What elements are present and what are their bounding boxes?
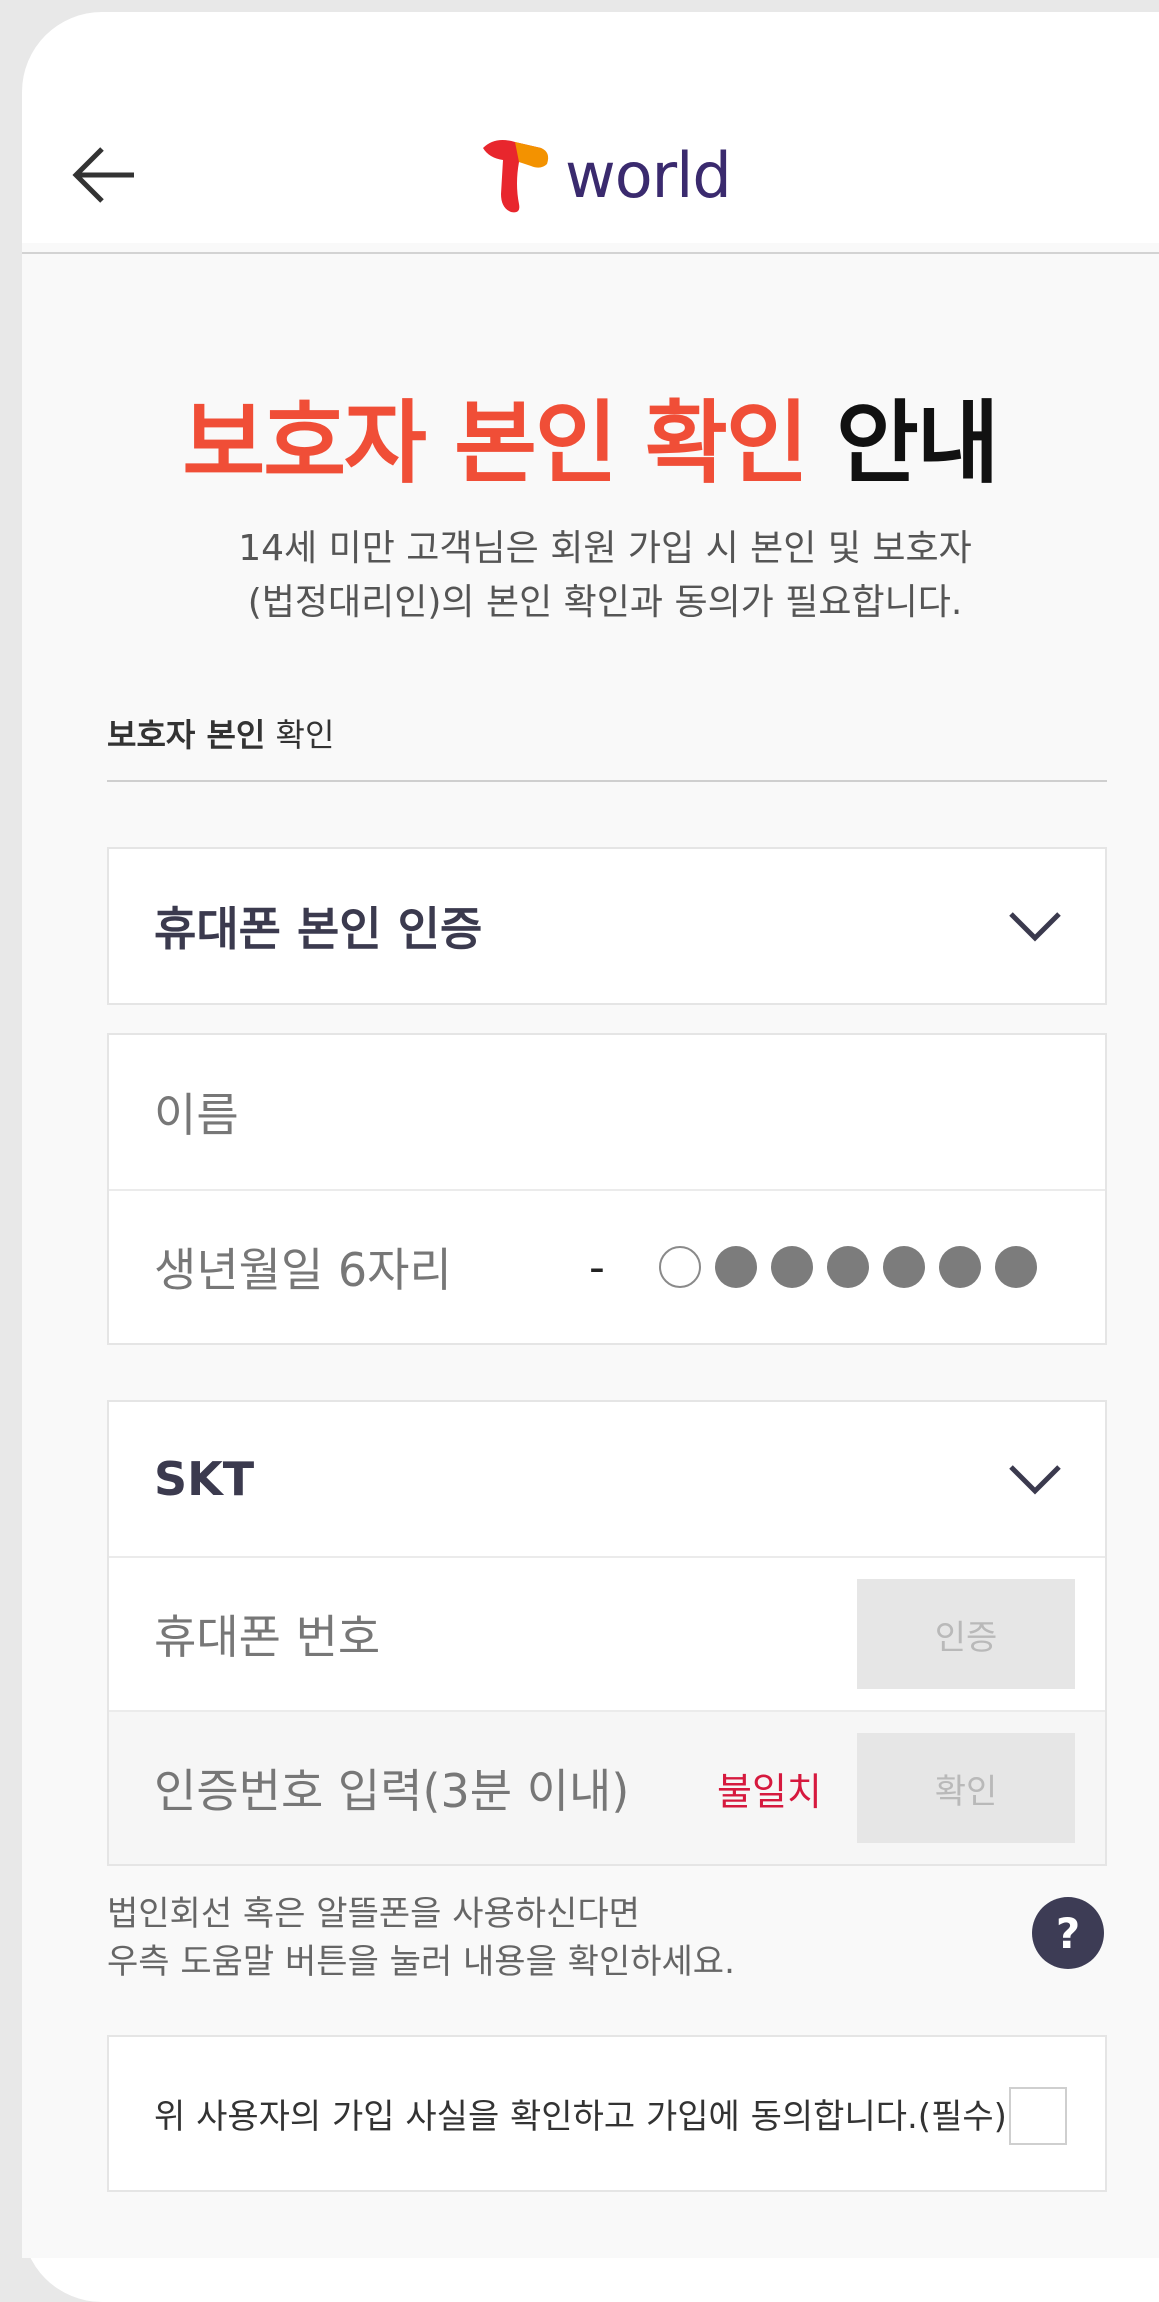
auth-code-field[interactable]: 인증번호 입력(3분 이내) 불일치 확인	[109, 1710, 1105, 1864]
auth-method-select[interactable]: 휴대폰 본인 인증	[109, 849, 1105, 1003]
ssn-mask-dot	[939, 1246, 981, 1288]
name-field[interactable]: 이름	[109, 1035, 1105, 1189]
section-label: 보호자 본인 확인	[107, 710, 334, 756]
page-title: 보호자 본인 확인 안내	[0, 370, 1159, 500]
section-divider	[107, 780, 1107, 782]
back-button[interactable]	[60, 130, 150, 220]
auth-method-box: 휴대폰 본인 인증	[107, 847, 1107, 1005]
help-text-line-1: 법인회선 혹은 알뜰폰을 사용하신다면	[107, 1894, 640, 1934]
description-line-2: (법정대리인)의 본인 확인과 동의가 필요합니다.	[247, 582, 963, 623]
page-description: 14세 미만 고객님은 회원 가입 시 본인 및 보호자 (법정대리인)의 본인…	[0, 522, 1159, 630]
auth-code-placeholder: 인증번호 입력(3분 이내)	[154, 1764, 630, 1818]
title-highlight: 보호자 본인 확인	[182, 391, 808, 496]
ssn-mask-dot	[995, 1246, 1037, 1288]
phone-box: SKT 휴대폰 번호 인증 인증번호 입력(3분 이내) 불일치 확인	[107, 1400, 1107, 1866]
header-divider	[22, 252, 1159, 254]
ssn-dash: -	[589, 1241, 605, 1293]
ssn-mask-dot	[771, 1246, 813, 1288]
phone-number-field[interactable]: 휴대폰 번호 인증	[109, 1556, 1105, 1710]
confirm-code-button[interactable]: 확인	[857, 1733, 1075, 1843]
auth-method-value: 휴대폰 본인 인증	[154, 902, 483, 956]
chevron-down-icon	[1009, 1465, 1061, 1495]
section-label-normal: 확인	[275, 716, 335, 754]
birth-placeholder: 생년월일 6자리	[154, 1243, 452, 1297]
agreement-checkbox[interactable]	[1009, 2087, 1067, 2145]
ssn-mask-dot	[827, 1246, 869, 1288]
t-logo-icon	[483, 140, 549, 213]
chevron-down-icon	[1009, 912, 1061, 942]
logo-text: world	[565, 138, 732, 212]
ssn-mask-dot	[715, 1246, 757, 1288]
name-placeholder: 이름	[154, 1088, 239, 1142]
section-label-bold: 보호자 본인	[107, 716, 266, 754]
help-text-line-2: 우측 도움말 버튼을 눌러 내용을 확인하세요.	[107, 1942, 735, 1982]
ssn-mask-dot	[883, 1246, 925, 1288]
description-line-1: 14세 미만 고객님은 회원 가입 시 본인 및 보호자	[238, 528, 972, 569]
identity-box: 이름 생년월일 6자리 -	[107, 1033, 1107, 1345]
ssn-masked-digits[interactable]	[659, 1246, 1037, 1288]
request-auth-button[interactable]: 인증	[857, 1579, 1075, 1689]
help-text: 법인회선 혹은 알뜰폰을 사용하신다면 우측 도움말 버튼을 눌러 내용을 확인…	[107, 1890, 735, 1986]
agreement-text: 위 사용자의 가입 사실을 확인하고 가입에 동의합니다.(필수)	[154, 2097, 1007, 2137]
agreement-box: 위 사용자의 가입 사실을 확인하고 가입에 동의합니다.(필수)	[107, 2035, 1107, 2192]
arrow-left-icon	[72, 147, 134, 203]
carrier-value: SKT	[154, 1452, 255, 1506]
tworld-logo[interactable]: world	[475, 125, 732, 225]
top-header: world	[0, 0, 1159, 243]
ssn-digit-input[interactable]	[659, 1246, 701, 1288]
title-rest: 안내	[836, 391, 1000, 496]
help-button[interactable]: ?	[1032, 1897, 1104, 1969]
carrier-select[interactable]: SKT	[109, 1402, 1105, 1556]
phone-number-placeholder: 휴대폰 번호	[154, 1610, 381, 1664]
mismatch-status: 불일치	[717, 1769, 822, 1814]
birth-field[interactable]: 생년월일 6자리 -	[109, 1189, 1105, 1343]
